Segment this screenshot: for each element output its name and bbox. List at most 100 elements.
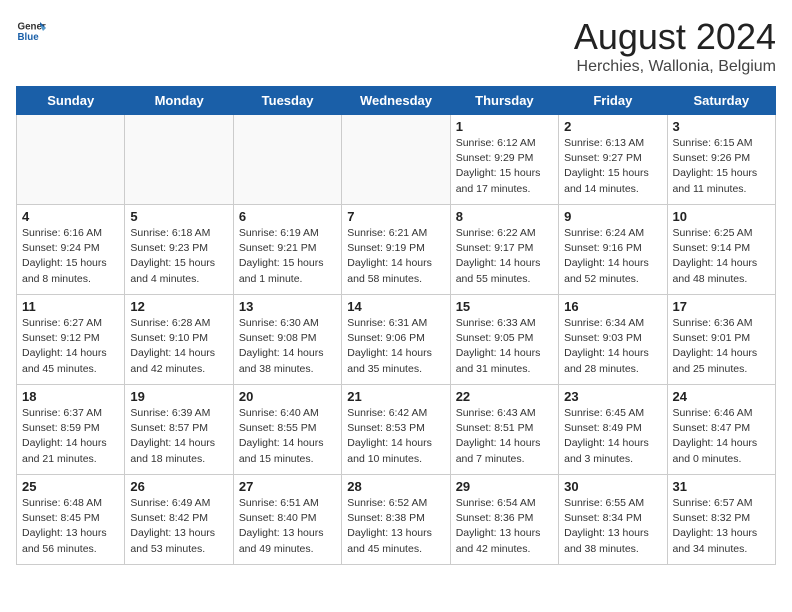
day-number: 21	[347, 389, 444, 404]
day-cell-9: 9 Sunrise: 6:24 AMSunset: 9:16 PMDaylight…	[559, 205, 667, 295]
day-cell-20: 20Sunrise: 6:40 AMSunset: 8:55 PMDayligh…	[233, 385, 341, 475]
day-number: 10	[673, 209, 770, 224]
empty-cell	[17, 115, 125, 205]
day-number: 27	[239, 479, 336, 494]
day-cell-17: 17 Sunrise: 6:36 AMSunset: 9:01 PMDayligh…	[667, 295, 775, 385]
day-cell-15: 15 Sunrise: 6:33 AMSunset: 9:05 PMDayligh…	[450, 295, 558, 385]
day-info: Sunrise: 6:34 AMSunset: 9:03 PMDaylight:…	[564, 316, 661, 377]
day-info: Sunrise: 6:36 AMSunset: 9:01 PMDaylight:…	[673, 316, 770, 377]
day-number: 9	[564, 209, 661, 224]
day-info: Sunrise: 6:33 AMSunset: 9:05 PMDaylight:…	[456, 316, 553, 377]
day-cell-2: 2 Sunrise: 6:13 AMSunset: 9:27 PMDaylight…	[559, 115, 667, 205]
day-cell-1: 1 Sunrise: 6:12 AMSunset: 9:29 PMDaylight…	[450, 115, 558, 205]
day-cell-26: 26Sunrise: 6:49 AMSunset: 8:42 PMDayligh…	[125, 475, 233, 565]
day-number: 30	[564, 479, 661, 494]
day-cell-7: 7 Sunrise: 6:21 AMSunset: 9:19 PMDaylight…	[342, 205, 450, 295]
day-number: 25	[22, 479, 119, 494]
day-number: 28	[347, 479, 444, 494]
day-number: 1	[456, 119, 553, 134]
empty-cell	[342, 115, 450, 205]
day-cell-18: 18 Sunrise: 6:37 AMSunset: 8:59 PMDayligh…	[17, 385, 125, 475]
day-cell-3: 3Sunrise: 6:15 AMSunset: 9:26 PMDaylight…	[667, 115, 775, 205]
calendar-week-4: 18 Sunrise: 6:37 AMSunset: 8:59 PMDayligh…	[17, 385, 776, 475]
weekday-header-row: SundayMondayTuesdayWednesdayThursdayFrid…	[17, 87, 776, 115]
day-number: 5	[130, 209, 227, 224]
day-info: Sunrise: 6:37 AMSunset: 8:59 PMDaylight:…	[22, 406, 119, 467]
day-number: 18	[22, 389, 119, 404]
day-info: Sunrise: 6:30 AMSunset: 9:08 PMDaylight:…	[239, 316, 336, 377]
day-info: Sunrise: 6:49 AMSunset: 8:42 PMDaylight:…	[130, 496, 227, 557]
day-number: 20	[239, 389, 336, 404]
day-cell-22: 22 Sunrise: 6:43 AMSunset: 8:51 PMDayligh…	[450, 385, 558, 475]
logo: General Blue	[16, 16, 46, 46]
day-info: Sunrise: 6:51 AMSunset: 8:40 PMDaylight:…	[239, 496, 336, 557]
day-cell-25: 25 Sunrise: 6:48 AMSunset: 8:45 PMDayligh…	[17, 475, 125, 565]
day-cell-27: 27 Sunrise: 6:51 AMSunset: 8:40 PMDayligh…	[233, 475, 341, 565]
day-cell-28: 28 Sunrise: 6:52 AMSunset: 8:38 PMDayligh…	[342, 475, 450, 565]
day-info: Sunrise: 6:54 AMSunset: 8:36 PMDaylight:…	[456, 496, 553, 557]
weekday-header-sunday: Sunday	[17, 87, 125, 115]
day-info: Sunrise: 6:39 AMSunset: 8:57 PMDaylight:…	[130, 406, 227, 467]
day-info: Sunrise: 6:42 AMSunset: 8:53 PMDaylight:…	[347, 406, 444, 467]
day-number: 31	[673, 479, 770, 494]
weekday-header-monday: Monday	[125, 87, 233, 115]
day-info: Sunrise: 6:43 AMSunset: 8:51 PMDaylight:…	[456, 406, 553, 467]
day-cell-10: 10 Sunrise: 6:25 AMSunset: 9:14 PMDayligh…	[667, 205, 775, 295]
day-info: Sunrise: 6:52 AMSunset: 8:38 PMDaylight:…	[347, 496, 444, 557]
weekday-header-saturday: Saturday	[667, 87, 775, 115]
page-header: General Blue August 2024 Herchies, Wallo…	[16, 16, 776, 76]
day-info: Sunrise: 6:18 AMSunset: 9:23 PMDaylight:…	[130, 226, 227, 287]
day-number: 16	[564, 299, 661, 314]
day-number: 19	[130, 389, 227, 404]
day-info: Sunrise: 6:25 AMSunset: 9:14 PMDaylight:…	[673, 226, 770, 287]
day-info: Sunrise: 6:45 AMSunset: 8:49 PMDaylight:…	[564, 406, 661, 467]
calendar-week-5: 25 Sunrise: 6:48 AMSunset: 8:45 PMDayligh…	[17, 475, 776, 565]
day-cell-24: 24Sunrise: 6:46 AMSunset: 8:47 PMDayligh…	[667, 385, 775, 475]
day-cell-5: 5 Sunrise: 6:18 AMSunset: 9:23 PMDaylight…	[125, 205, 233, 295]
day-info: Sunrise: 6:19 AMSunset: 9:21 PMDaylight:…	[239, 226, 336, 287]
day-cell-29: 29 Sunrise: 6:54 AMSunset: 8:36 PMDayligh…	[450, 475, 558, 565]
day-info: Sunrise: 6:57 AMSunset: 8:32 PMDaylight:…	[673, 496, 770, 557]
day-cell-8: 8 Sunrise: 6:22 AMSunset: 9:17 PMDaylight…	[450, 205, 558, 295]
day-info: Sunrise: 6:31 AMSunset: 9:06 PMDaylight:…	[347, 316, 444, 377]
day-number: 11	[22, 299, 119, 314]
day-number: 15	[456, 299, 553, 314]
day-number: 17	[673, 299, 770, 314]
weekday-header-thursday: Thursday	[450, 87, 558, 115]
day-info: Sunrise: 6:12 AMSunset: 9:29 PMDaylight:…	[456, 136, 553, 197]
weekday-header-wednesday: Wednesday	[342, 87, 450, 115]
day-number: 4	[22, 209, 119, 224]
day-cell-23: 23Sunrise: 6:45 AMSunset: 8:49 PMDayligh…	[559, 385, 667, 475]
day-info: Sunrise: 6:27 AMSunset: 9:12 PMDaylight:…	[22, 316, 119, 377]
day-info: Sunrise: 6:22 AMSunset: 9:17 PMDaylight:…	[456, 226, 553, 287]
day-cell-21: 21 Sunrise: 6:42 AMSunset: 8:53 PMDayligh…	[342, 385, 450, 475]
calendar-week-2: 4 Sunrise: 6:16 AMSunset: 9:24 PMDaylight…	[17, 205, 776, 295]
day-cell-19: 19 Sunrise: 6:39 AMSunset: 8:57 PMDayligh…	[125, 385, 233, 475]
empty-cell	[125, 115, 233, 205]
calendar-table: SundayMondayTuesdayWednesdayThursdayFrid…	[16, 86, 776, 565]
day-number: 8	[456, 209, 553, 224]
day-info: Sunrise: 6:55 AMSunset: 8:34 PMDaylight:…	[564, 496, 661, 557]
day-number: 2	[564, 119, 661, 134]
calendar-week-1: 1 Sunrise: 6:12 AMSunset: 9:29 PMDaylight…	[17, 115, 776, 205]
day-cell-14: 14 Sunrise: 6:31 AMSunset: 9:06 PMDayligh…	[342, 295, 450, 385]
day-number: 29	[456, 479, 553, 494]
weekday-header-friday: Friday	[559, 87, 667, 115]
day-info: Sunrise: 6:48 AMSunset: 8:45 PMDaylight:…	[22, 496, 119, 557]
day-info: Sunrise: 6:46 AMSunset: 8:47 PMDaylight:…	[673, 406, 770, 467]
day-info: Sunrise: 6:16 AMSunset: 9:24 PMDaylight:…	[22, 226, 119, 287]
day-info: Sunrise: 6:24 AMSunset: 9:16 PMDaylight:…	[564, 226, 661, 287]
title-block: August 2024 Herchies, Wallonia, Belgium	[574, 16, 776, 76]
day-number: 7	[347, 209, 444, 224]
calendar-title: August 2024	[574, 16, 776, 58]
day-number: 14	[347, 299, 444, 314]
day-cell-16: 16 Sunrise: 6:34 AMSunset: 9:03 PMDayligh…	[559, 295, 667, 385]
day-cell-30: 30 Sunrise: 6:55 AMSunset: 8:34 PMDayligh…	[559, 475, 667, 565]
day-cell-13: 13 Sunrise: 6:30 AMSunset: 9:08 PMDayligh…	[233, 295, 341, 385]
day-info: Sunrise: 6:21 AMSunset: 9:19 PMDaylight:…	[347, 226, 444, 287]
day-number: 22	[456, 389, 553, 404]
day-number: 13	[239, 299, 336, 314]
day-info: Sunrise: 6:13 AMSunset: 9:27 PMDaylight:…	[564, 136, 661, 197]
day-info: Sunrise: 6:28 AMSunset: 9:10 PMDaylight:…	[130, 316, 227, 377]
day-number: 12	[130, 299, 227, 314]
